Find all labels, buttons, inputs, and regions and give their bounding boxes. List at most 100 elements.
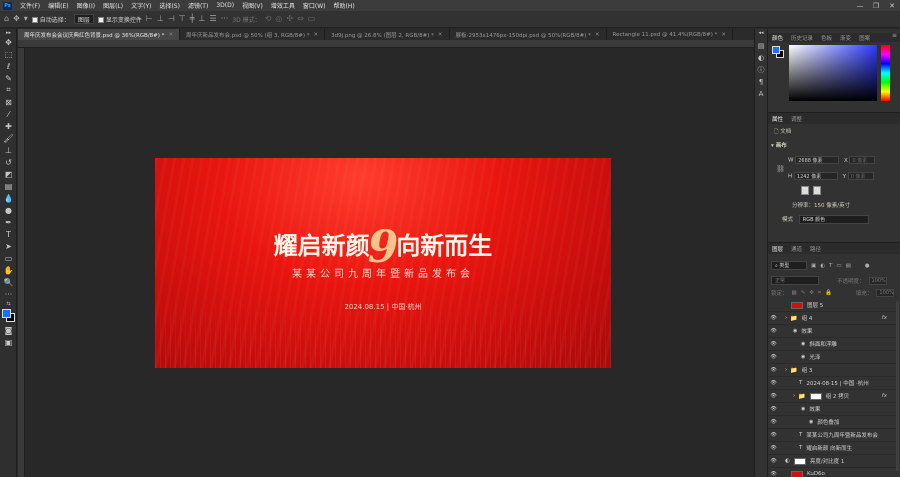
quick-select-tool-icon[interactable]: ✎ (0, 72, 17, 84)
zoom-tool-icon[interactable]: 🔍 (0, 276, 17, 288)
tab-paths[interactable]: 路径 (806, 245, 825, 253)
visibility-eye-icon[interactable]: 👁 (768, 380, 779, 386)
menu-help[interactable]: 帮助(H) (330, 1, 359, 10)
eraser-tool-icon[interactable]: ◩ (0, 168, 17, 180)
screen-mode-icon[interactable]: ▣ (0, 336, 17, 348)
lasso-tool-icon[interactable]: ℓ (0, 60, 17, 72)
pen-tool-icon[interactable]: ✒ (0, 216, 17, 228)
align-top-icon[interactable]: ⊤ (179, 15, 186, 23)
align-right-icon[interactable]: ⊣ (168, 15, 175, 23)
menu-filter[interactable]: 滤镜(T) (184, 1, 212, 10)
menu-view[interactable]: 视图(V) (238, 1, 267, 10)
visibility-eye-icon[interactable]: 👁 (768, 445, 779, 451)
tab-properties[interactable]: 属性 (768, 115, 787, 123)
expand-arrow-icon[interactable]: › (793, 393, 795, 399)
align-center-icon[interactable]: ⊥ (157, 15, 164, 23)
3d-slide-icon[interactable]: ⇔ (297, 15, 304, 23)
layer-row[interactable]: 👁 ◉ 颜色叠加 (768, 416, 900, 429)
hand-tool-icon[interactable]: ✋ (0, 264, 17, 276)
menu-type[interactable]: 文字(Y) (127, 1, 155, 10)
menu-plugins[interactable]: 增效工具 (267, 1, 299, 10)
x-field[interactable]: 0 像素 (849, 156, 876, 164)
path-select-tool-icon[interactable]: ➤ (0, 240, 17, 252)
crop-tool-icon[interactable]: ⌗ (0, 84, 17, 96)
tab-patterns[interactable]: 图案 (855, 34, 874, 42)
move-tool-icon[interactable]: ✥ (13, 15, 20, 23)
more-tools-icon[interactable]: ··· (0, 288, 17, 300)
close-window-button[interactable]: ✕ (884, 0, 900, 11)
blur-tool-icon[interactable]: 💧 (0, 192, 17, 204)
visibility-eye-icon[interactable]: 👁 (768, 354, 779, 360)
character-panel-icon[interactable]: A (755, 88, 767, 100)
history-brush-tool-icon[interactable]: ↺ (0, 156, 17, 168)
lock-paint-icon[interactable]: ✎ (801, 290, 806, 296)
document-tab[interactable]: 3d9j.png @ 26.8% (图层 2, RGB/8#) * ✕ (325, 29, 450, 40)
quick-mask-icon[interactable]: ◙ (0, 324, 17, 336)
visibility-eye-icon[interactable]: 👁 (768, 406, 779, 412)
menu-file[interactable]: 文件(F) (16, 1, 44, 10)
expand-arrow-icon[interactable]: › (785, 315, 787, 321)
layer-row[interactable]: 👁 T 某某公司九周年暨新品发布会 (768, 429, 900, 442)
layer-row[interactable]: 👁 T 2024·08·15 | 中国 ·杭州 (768, 377, 900, 390)
visibility-eye-icon[interactable]: 👁 (768, 458, 779, 464)
tab-swatches[interactable]: 色板 (817, 34, 836, 42)
brush-tool-icon[interactable]: 🖌 (0, 132, 17, 144)
layer-row[interactable]: 图层 5 (768, 299, 900, 312)
eyedropper-tool-icon[interactable]: ⁄ (0, 108, 17, 120)
move-tool-icon[interactable]: ✥ (0, 36, 17, 48)
3d-scale-icon[interactable]: ▭ (308, 15, 316, 23)
tab-layers[interactable]: 图层 (768, 245, 787, 253)
chevron-down-icon[interactable]: ▾ (24, 15, 28, 23)
align-middle-icon[interactable]: ╪ (190, 15, 195, 23)
layer-row[interactable]: 👁 ◉ 效果 (768, 325, 900, 338)
layer-row[interactable]: 👁 ◉ 光泽 (768, 351, 900, 364)
collapse-icon[interactable]: ▸▸ (0, 29, 17, 36)
expand-arrow-icon[interactable]: › (785, 367, 787, 373)
filter-pixel-icon[interactable]: ▣ (811, 263, 816, 269)
lock-all-icon[interactable]: 🔒 (825, 290, 832, 296)
layer-row[interactable]: 👁 KuD6o (768, 468, 900, 477)
fg-swatch-mini[interactable] (772, 46, 780, 54)
visibility-eye-icon[interactable]: 👁 (768, 367, 779, 373)
stamp-tool-icon[interactable]: ⊥ (0, 144, 17, 156)
fx-badge[interactable]: fx (882, 315, 887, 321)
horizontal-ruler[interactable] (18, 40, 754, 48)
minimize-button[interactable]: — (852, 0, 868, 11)
filter-type-icon[interactable]: T (829, 263, 832, 269)
menu-layer[interactable]: 图层(L) (99, 1, 127, 10)
layer-row[interactable]: 👁 › 📁 组 3 (768, 364, 900, 377)
tab-color[interactable]: 颜色 (768, 34, 787, 42)
filter-smart-icon[interactable]: ▤ (846, 263, 851, 269)
layer-mask-thumbnail[interactable] (809, 392, 822, 400)
fill-field[interactable]: 100% (876, 289, 895, 297)
auto-select-checkbox[interactable]: 自动选择： (31, 15, 70, 24)
layer-mask-thumbnail[interactable] (793, 457, 806, 465)
fx-badge[interactable]: fx (882, 393, 887, 399)
color-picker-field[interactable] (789, 45, 877, 101)
document-tab[interactable]: 周年庆新品发布会.psd @ 50% (组 3, RGB/8#) * ✕ (180, 29, 326, 40)
blend-mode-dropdown[interactable]: 正常 (771, 276, 819, 285)
home-icon[interactable]: ⌂ (4, 15, 9, 23)
filter-shape-icon[interactable]: ▭ (836, 263, 841, 269)
visibility-eye-icon[interactable]: 👁 (768, 393, 779, 399)
menu-edit[interactable]: 编辑(E) (44, 1, 72, 10)
landscape-orientation-icon[interactable] (813, 186, 821, 195)
lock-artboard-icon[interactable]: ⌗ (818, 290, 821, 297)
collapse-arrow-icon[interactable]: ▾ (771, 143, 774, 149)
layer-row[interactable]: 👁 ◉ 斜面和浮雕 (768, 338, 900, 351)
lock-pixels-icon[interactable]: ▦ (792, 290, 797, 296)
hue-slider[interactable] (881, 45, 890, 101)
visibility-eye-icon[interactable]: 👁 (768, 328, 779, 334)
close-icon[interactable]: ✕ (595, 32, 600, 38)
rectangle-tool-icon[interactable]: ▭ (0, 252, 17, 264)
layers-scrollbar[interactable] (896, 301, 899, 471)
layer-filter-dropdown[interactable]: ⌕ 类型 (771, 261, 807, 270)
tab-channels[interactable]: 通道 (787, 245, 806, 253)
align-left-icon[interactable]: ⊢ (146, 15, 153, 23)
more-options-icon[interactable]: ··· (221, 15, 229, 23)
lock-position-icon[interactable]: ✥ (809, 290, 814, 296)
marquee-tool-icon[interactable]: ⬚ (0, 48, 17, 60)
layer-row[interactable]: 👁 › 📁 组 2 拷贝 fx (768, 390, 900, 403)
color-mode-dropdown[interactable]: RGB 颜色 (798, 215, 869, 224)
frame-tool-icon[interactable]: ⊠ (0, 96, 17, 108)
